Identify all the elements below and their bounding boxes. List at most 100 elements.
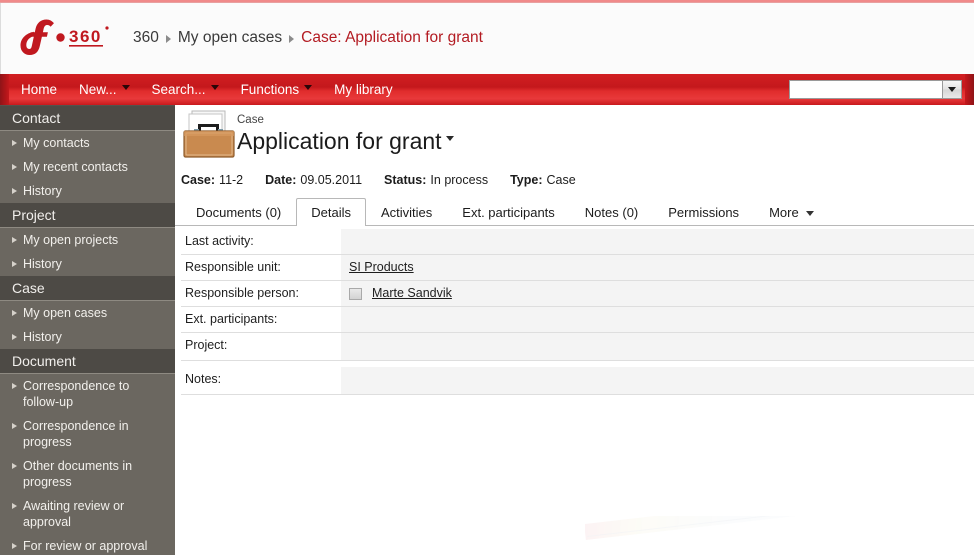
- sidebar-item-contact-history[interactable]: History: [0, 179, 175, 203]
- chevron-down-icon: [805, 210, 814, 216]
- breadcrumb-item-root[interactable]: 360: [133, 29, 159, 47]
- page-title: Application for grant: [237, 128, 442, 154]
- sidebar-item-my-contacts[interactable]: My contacts: [0, 131, 175, 155]
- sidebar-item-label: Awaiting review or approval: [23, 499, 125, 529]
- sidebar-group-document: Document: [0, 349, 175, 374]
- sidebar-item-label: Correspondence in progress: [23, 419, 129, 449]
- sidebar-group-case: Case: [0, 276, 175, 301]
- tab-details[interactable]: Details: [296, 198, 366, 226]
- sidebar-item-case-history[interactable]: History: [0, 325, 175, 349]
- responsible-unit-link[interactable]: SI Products: [349, 260, 414, 275]
- tab-strip: Documents (0) Details Activities Ext. pa…: [175, 198, 974, 226]
- case-kicker: Case: [237, 114, 264, 126]
- triangle-right-icon: [165, 35, 171, 43]
- sidebar-item-label: For review or approval: [23, 539, 148, 553]
- sidebar-item-label: History: [23, 330, 62, 344]
- case-meta-row: Case: 11-2 Date: 09.05.2011 Status: In proc…: [181, 170, 598, 190]
- triangle-right-icon: [12, 463, 17, 469]
- sidebar-item-label: History: [23, 184, 62, 198]
- sidebar-item-label: My open cases: [23, 306, 108, 320]
- sidebar-item-label: Other documents in progress: [23, 459, 133, 489]
- case-title-row[interactable]: Application for grant: [237, 127, 454, 155]
- table-row: Last activity:: [181, 229, 974, 255]
- row-value-responsible-person: Marte Sandvik: [341, 281, 974, 306]
- search-input[interactable]: [790, 81, 942, 98]
- left-sidebar: Contact My contacts My recent contacts H…: [0, 105, 175, 555]
- meta-date-value: 09.05.2011: [300, 173, 363, 187]
- triangle-right-icon: [12, 543, 17, 549]
- search-dropdown-button[interactable]: [942, 81, 961, 98]
- row-value-responsible-unit: SI Products: [341, 255, 974, 280]
- table-row: Responsible person: Marte Sandvik: [181, 281, 974, 307]
- main-menu-items: Home New... Search... Functions My libra…: [10, 74, 404, 105]
- breadcrumb-item-my-open-cases[interactable]: My open cases: [178, 29, 282, 47]
- sidebar-item-label: My open projects: [23, 233, 119, 247]
- sidebar-item-correspondence-to-follow-up[interactable]: Correspondence to follow-up: [0, 374, 175, 414]
- tab-documents[interactable]: Documents (0): [181, 198, 296, 225]
- tab-activities[interactable]: Activities: [366, 198, 447, 225]
- sidebar-item-my-open-cases[interactable]: My open cases: [0, 301, 175, 325]
- tab-permissions-label: Permissions: [668, 204, 740, 220]
- chevron-down-icon[interactable]: [445, 136, 454, 142]
- sidebar-item-my-open-projects[interactable]: My open projects: [0, 228, 175, 252]
- tab-permissions[interactable]: Permissions: [653, 198, 754, 225]
- main-menu-bar: Home New... Search... Functions My libra…: [0, 74, 974, 105]
- application-window: 360 360 My open cases Case: Application …: [0, 0, 974, 555]
- details-table: Last activity: Responsible unit: SI Prod…: [181, 229, 974, 395]
- triangle-right-icon: [12, 423, 17, 429]
- tab-details-label: Details: [311, 205, 351, 220]
- sidebar-item-project-history[interactable]: History: [0, 252, 175, 276]
- table-row: Responsible unit: SI Products: [181, 255, 974, 281]
- menu-item-search-label: Search...: [151, 82, 206, 97]
- chevron-down-icon: [210, 85, 219, 90]
- case-header: Case Application for grant: [175, 105, 974, 167]
- menu-item-functions[interactable]: Functions: [230, 74, 324, 105]
- tab-more[interactable]: More: [754, 198, 829, 225]
- triangle-right-icon: [289, 35, 295, 43]
- sidebar-item-for-review-or-approval[interactable]: For review or approval: [0, 534, 175, 555]
- chevron-down-icon: [121, 85, 130, 90]
- status-badge: In process: [430, 173, 489, 187]
- menu-item-new-label: New...: [79, 82, 117, 97]
- sidebar-item-label: Correspondence to follow-up: [23, 379, 130, 409]
- meta-type: Type: Case: [510, 173, 576, 187]
- avatar: [349, 287, 362, 300]
- menu-item-home[interactable]: Home: [10, 74, 68, 105]
- tab-ext-participants[interactable]: Ext. participants: [447, 198, 570, 225]
- sidebar-item-awaiting-review-or-approval[interactable]: Awaiting review or approval: [0, 494, 175, 534]
- menu-item-new[interactable]: New...: [68, 74, 141, 105]
- case-title-block: Case Application for grant: [237, 114, 454, 155]
- menu-item-home-label: Home: [21, 82, 58, 97]
- menu-item-search[interactable]: Search...: [141, 74, 230, 105]
- triangle-right-icon: [12, 383, 17, 389]
- tab-notes-label: Notes (0): [584, 204, 639, 220]
- table-row: Project:: [181, 333, 974, 361]
- row-value-notes: [341, 367, 974, 394]
- sidebar-item-correspondence-in-progress[interactable]: Correspondence in progress: [0, 414, 175, 454]
- triangle-right-icon: [12, 503, 17, 509]
- triangle-right-icon: [12, 140, 17, 146]
- breadcrumb-item-current: Case: Application for grant: [301, 29, 483, 46]
- triangle-right-icon: [12, 261, 17, 267]
- menu-item-my-library-label: My library: [334, 82, 393, 97]
- meta-status-label: Status:: [384, 173, 427, 187]
- sidebar-group-document-label: Document: [12, 353, 76, 369]
- sidebar-item-label: History: [23, 257, 62, 271]
- tab-notes[interactable]: Notes (0): [570, 198, 653, 225]
- menu-item-my-library[interactable]: My library: [323, 74, 404, 105]
- page-header: 360 360 My open cases Case: Application …: [0, 3, 974, 74]
- f360-logo-icon[interactable]: 360: [17, 13, 117, 63]
- menu-item-functions-label: Functions: [240, 82, 300, 97]
- meta-date: Date: 09.05.2011: [265, 173, 362, 187]
- sidebar-group-contact-label: Contact: [12, 110, 61, 126]
- sidebar-group-project-label: Project: [12, 207, 56, 223]
- meta-status: Status: In process: [384, 173, 488, 187]
- svg-text:360: 360: [69, 27, 102, 46]
- row-label-notes: Notes:: [181, 367, 341, 394]
- sidebar-item-my-recent-contacts[interactable]: My recent contacts: [0, 155, 175, 179]
- responsible-person-link[interactable]: Marte Sandvik: [372, 286, 452, 301]
- sidebar-item-other-documents-in-progress[interactable]: Other documents in progress: [0, 454, 175, 494]
- global-search-box[interactable]: [789, 80, 962, 99]
- row-label-ext-participants: Ext. participants:: [181, 307, 341, 332]
- table-row: Ext. participants:: [181, 307, 974, 333]
